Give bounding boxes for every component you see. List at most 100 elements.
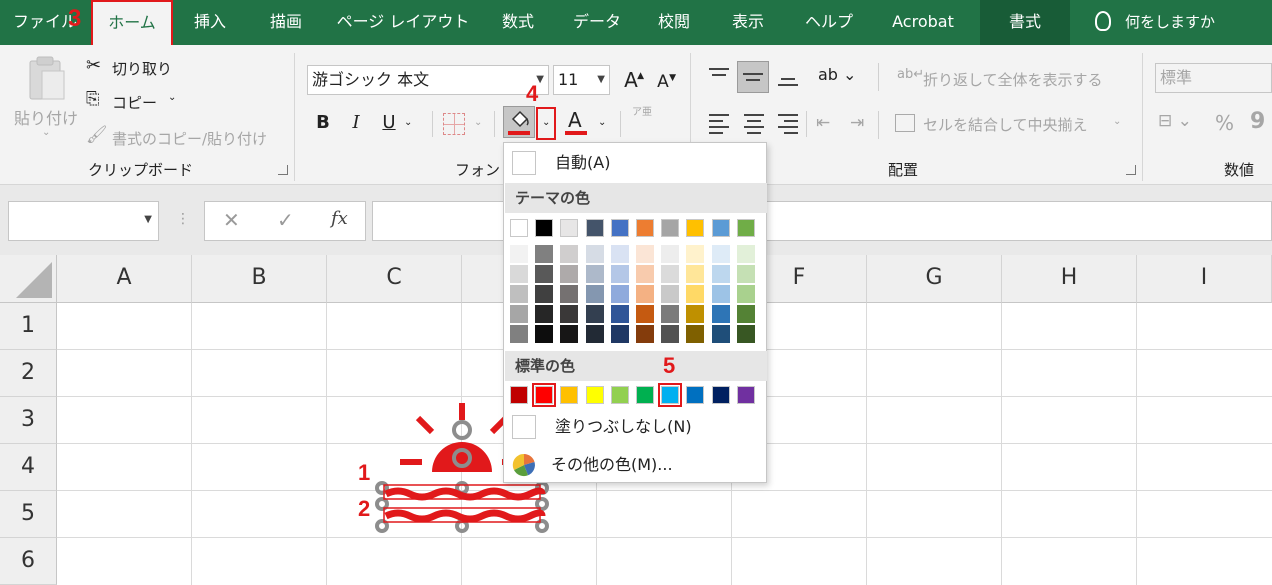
theme-shade-swatch[interactable] [585, 305, 604, 323]
standard-color-swatch[interactable] [658, 383, 683, 407]
bold-button[interactable]: B [308, 108, 338, 138]
theme-shade-swatch[interactable] [636, 265, 654, 283]
paste-button[interactable]: 貼り付け ⌄ [12, 55, 80, 150]
theme-shade-swatch[interactable] [661, 305, 680, 323]
theme-shade-swatch[interactable] [661, 245, 680, 263]
theme-color-swatch[interactable] [560, 219, 579, 237]
row-header-1[interactable]: 1 [0, 303, 57, 350]
theme-shade-swatch[interactable] [711, 305, 730, 323]
wrap-text-button[interactable]: ab↵ 折り返して全体を表示する [897, 67, 1127, 93]
standard-color-swatch[interactable] [636, 386, 654, 404]
orientation-button[interactable]: ab ⌄ [818, 65, 856, 84]
standard-color-swatch[interactable] [711, 386, 730, 404]
tab-draw[interactable]: 描画 [256, 0, 316, 45]
font-size-combo[interactable]: 11 ▼ [553, 65, 610, 95]
align-center-button[interactable] [742, 111, 766, 135]
chevron-down-icon[interactable]: ⌄ [404, 117, 412, 128]
theme-shade-swatch[interactable] [610, 285, 629, 303]
chevron-down-icon[interactable]: ⌄ [474, 117, 482, 128]
standard-color-swatch[interactable] [560, 386, 579, 404]
accounting-format-button[interactable]: ⊟ ⌄ [1158, 111, 1192, 131]
theme-shade-swatch[interactable] [736, 265, 755, 283]
theme-color-swatch[interactable] [610, 219, 629, 237]
theme-shade-swatch[interactable] [686, 265, 705, 283]
align-middle-button[interactable] [737, 61, 769, 93]
tab-format[interactable]: 書式 [980, 0, 1070, 45]
phonetic-guide-button[interactable]: ア亜 [632, 107, 652, 119]
theme-shade-swatch[interactable] [510, 285, 528, 303]
tab-page-layout[interactable]: ページ レイアウト [330, 0, 476, 45]
theme-shade-swatch[interactable] [585, 325, 604, 343]
italic-button[interactable]: I [341, 108, 371, 138]
fill-color-dropdown-arrow[interactable]: ⌄ [536, 107, 556, 140]
theme-shade-swatch[interactable] [636, 245, 654, 263]
decrease-indent-button[interactable]: ⇤ [816, 113, 830, 133]
theme-shade-swatch[interactable] [711, 325, 730, 343]
theme-shade-swatch[interactable] [560, 245, 579, 263]
theme-shade-swatch[interactable] [610, 305, 629, 323]
no-fill-item[interactable]: 塗りつぶしなし(N) [504, 409, 766, 445]
theme-shade-swatch[interactable] [560, 305, 579, 323]
theme-shade-swatch[interactable] [736, 285, 755, 303]
dialog-launcher-icon[interactable] [278, 165, 288, 175]
dialog-launcher-icon[interactable] [1126, 165, 1136, 175]
align-left-button[interactable] [707, 111, 731, 135]
column-header-c[interactable]: C [327, 255, 462, 303]
tab-data[interactable]: データ [562, 0, 632, 45]
font-name-combo[interactable]: 游ゴシック 本文 ▼ [307, 65, 549, 95]
standard-color-swatch[interactable] [736, 386, 755, 404]
theme-shade-swatch[interactable] [510, 245, 528, 263]
theme-shade-swatch[interactable] [711, 265, 730, 283]
tab-formulas[interactable]: 数式 [488, 0, 548, 45]
tab-home[interactable]: ホーム [91, 0, 173, 45]
theme-shade-swatch[interactable] [535, 285, 554, 303]
theme-shade-swatch[interactable] [535, 325, 554, 343]
select-all-button[interactable] [0, 255, 57, 303]
merge-center-button[interactable]: セルを結合して中央揃え ⌄ [895, 112, 1127, 138]
theme-shade-swatch[interactable] [661, 285, 680, 303]
font-color-button[interactable]: A [562, 106, 592, 138]
increase-font-size-button[interactable]: A ▲ [616, 65, 646, 95]
theme-shade-swatch[interactable] [585, 245, 604, 263]
number-format-combo[interactable]: 標準 [1155, 63, 1272, 93]
column-header-i[interactable]: I [1137, 255, 1272, 303]
tell-me-search[interactable]: 何をしますか [1095, 0, 1215, 45]
standard-color-swatch[interactable] [510, 386, 528, 404]
tab-help[interactable]: ヘルプ [794, 0, 864, 45]
standard-color-swatch[interactable] [585, 386, 604, 404]
theme-shade-swatch[interactable] [686, 305, 705, 323]
row-header-5[interactable]: 5 [0, 491, 57, 538]
tab-review[interactable]: 校閲 [644, 0, 704, 45]
theme-color-swatch[interactable] [585, 219, 604, 237]
align-right-button[interactable] [776, 111, 800, 135]
theme-shade-swatch[interactable] [686, 325, 705, 343]
format-painter-button[interactable]: 🖌 書式のコピー/貼り付け [86, 125, 276, 151]
standard-color-swatch[interactable] [610, 386, 629, 404]
align-top-button[interactable] [707, 65, 731, 89]
insert-function-icon[interactable]: fx [331, 208, 348, 229]
theme-shade-swatch[interactable] [610, 265, 629, 283]
tab-acrobat[interactable]: Acrobat [878, 0, 968, 45]
underline-button[interactable]: U [374, 108, 404, 138]
more-colors-item[interactable]: その他の色(M)... [504, 447, 766, 483]
column-header-g[interactable]: G [867, 255, 1002, 303]
theme-color-swatch[interactable] [736, 219, 755, 237]
column-header-h[interactable]: H [1002, 255, 1137, 303]
row-header-3[interactable]: 3 [0, 397, 57, 444]
cancel-icon[interactable]: ✕ [223, 208, 240, 232]
theme-shade-swatch[interactable] [535, 245, 554, 263]
theme-shade-swatch[interactable] [510, 305, 528, 323]
theme-shade-swatch[interactable] [686, 285, 705, 303]
tab-insert[interactable]: 挿入 [180, 0, 240, 45]
theme-shade-swatch[interactable] [661, 265, 680, 283]
theme-color-swatch[interactable] [535, 219, 554, 237]
theme-shade-swatch[interactable] [560, 325, 579, 343]
theme-color-swatch[interactable] [686, 219, 705, 237]
fill-color-button[interactable] [503, 106, 535, 138]
row-header-2[interactable]: 2 [0, 350, 57, 397]
column-header-a[interactable]: A [57, 255, 192, 303]
automatic-color-item[interactable]: 自動(A) [504, 145, 766, 181]
percent-button[interactable]: % [1215, 111, 1234, 135]
theme-shade-swatch[interactable] [535, 265, 554, 283]
theme-shade-swatch[interactable] [736, 325, 755, 343]
